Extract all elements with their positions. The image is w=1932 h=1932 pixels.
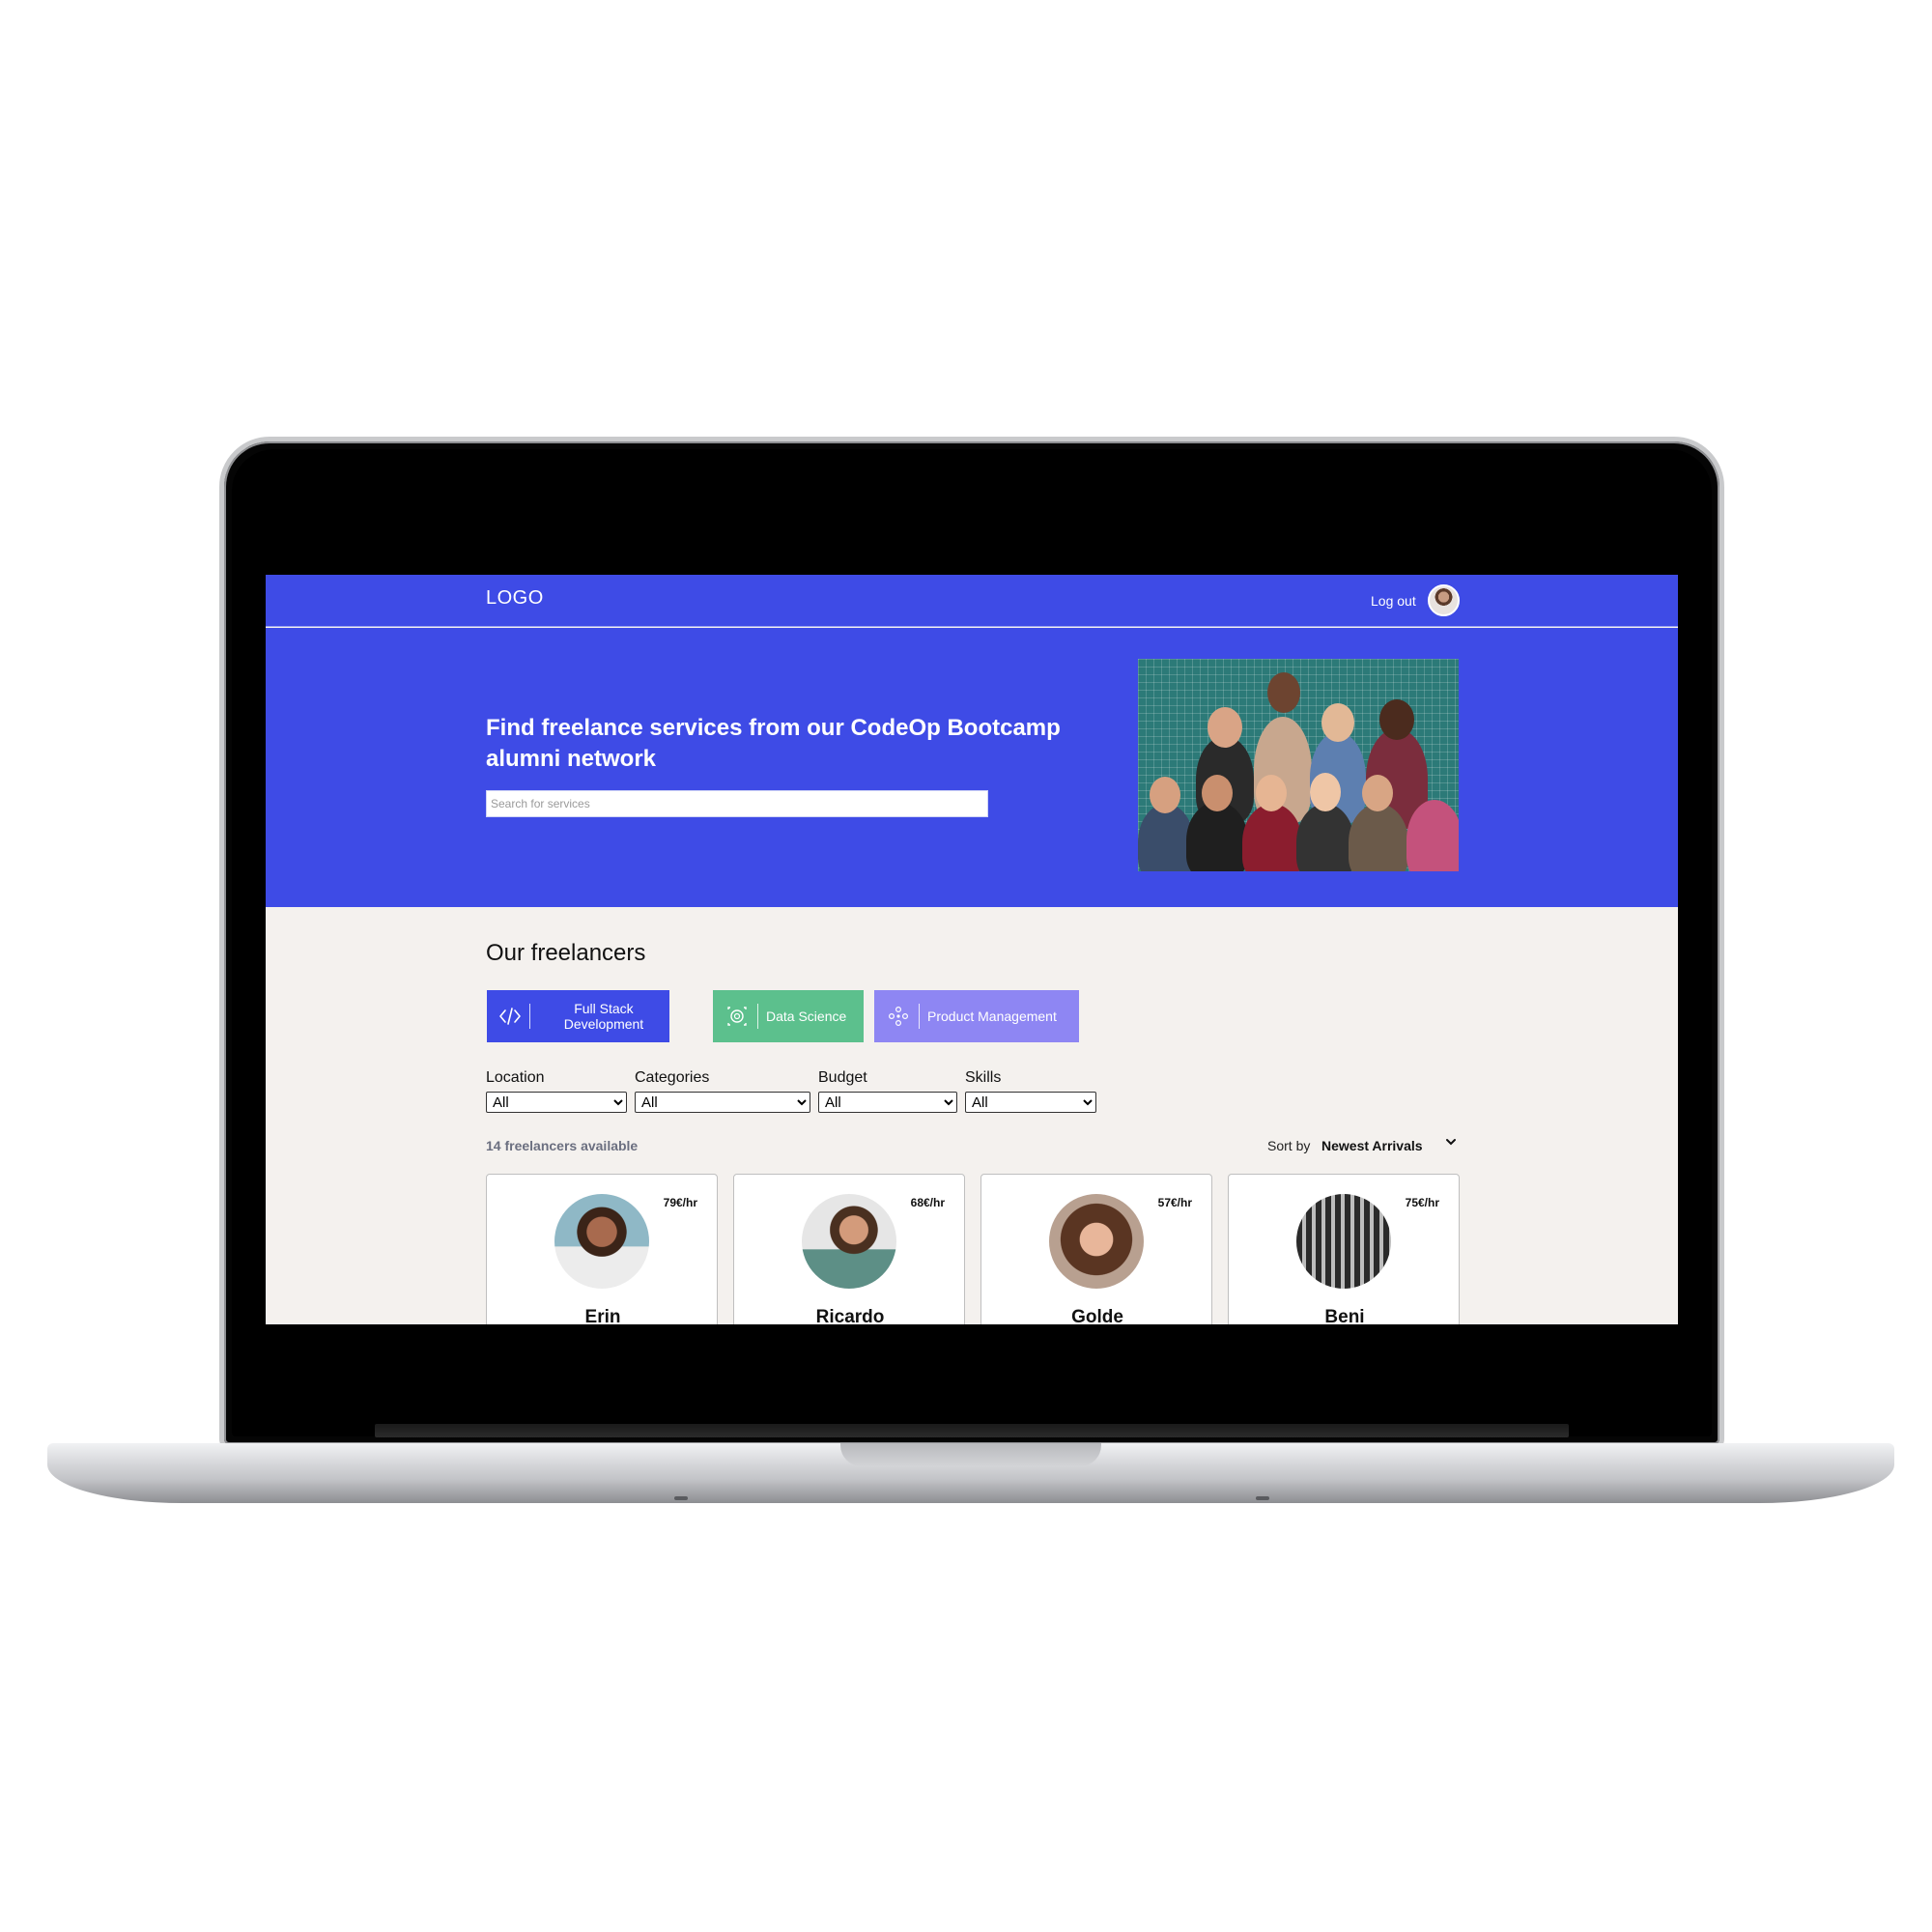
freelancer-avatar xyxy=(1049,1194,1144,1289)
freelancer-rate: 75€/hr xyxy=(1405,1196,1439,1209)
navbar: LOGO Log out xyxy=(266,575,1678,627)
logout-link[interactable]: Log out xyxy=(1371,593,1416,609)
laptop-hinge xyxy=(375,1424,1569,1437)
hero-section: Find freelance services from our CodeOp … xyxy=(266,628,1678,907)
budget-select[interactable]: All xyxy=(818,1092,957,1113)
freelancer-avatar xyxy=(554,1194,649,1289)
data-science-icon xyxy=(724,1004,750,1029)
skills-select[interactable]: All xyxy=(965,1092,1096,1113)
filter-label-location: Location xyxy=(486,1069,545,1086)
freelancer-card[interactable]: 75€/hr Beni xyxy=(1228,1174,1460,1324)
freelancer-rate: 57€/hr xyxy=(1157,1196,1192,1209)
freelancer-card[interactable]: 57€/hr Golde xyxy=(980,1174,1212,1324)
search-input[interactable] xyxy=(486,790,988,817)
freelancer-name: Beni xyxy=(1324,1307,1365,1324)
group-photo xyxy=(1138,659,1459,871)
sort-dropdown[interactable]: Newest Arrivals xyxy=(1321,1138,1423,1153)
freelancer-rate: 79€/hr xyxy=(663,1196,697,1209)
laptop-foot xyxy=(674,1496,688,1500)
freelancer-card[interactable]: 79€/hr Erin xyxy=(486,1174,718,1324)
filter-label-budget: Budget xyxy=(818,1069,867,1086)
freelancer-name: Erin xyxy=(584,1307,621,1324)
categories-select[interactable]: All xyxy=(635,1092,810,1113)
freelancer-card[interactable]: 68€/hr Ricardo xyxy=(733,1174,965,1324)
laptop-opening-notch xyxy=(840,1443,1101,1466)
category-button-label: Data Science xyxy=(766,1009,847,1024)
browser-viewport: LOGO Log out Find freelance services fro… xyxy=(266,575,1678,1324)
category-button-data-science[interactable]: Data Science xyxy=(713,990,864,1042)
category-button-product-management[interactable]: Product Management xyxy=(874,990,1079,1042)
category-button-label: Product Management xyxy=(927,1009,1057,1024)
site-logo[interactable]: LOGO xyxy=(486,587,544,610)
chevron-down-icon[interactable] xyxy=(1445,1135,1457,1151)
filter-label-categories: Categories xyxy=(635,1069,710,1086)
freelancer-rate: 68€/hr xyxy=(910,1196,945,1209)
freelancer-name: Golde xyxy=(1071,1307,1123,1324)
laptop-foot xyxy=(1256,1496,1269,1500)
section-title: Our freelancers xyxy=(486,940,646,966)
category-button-label: Full Stack Development xyxy=(563,1001,644,1032)
user-avatar-icon[interactable] xyxy=(1428,584,1460,616)
category-button-full-stack-development[interactable]: Full Stack Development xyxy=(487,990,669,1042)
freelancer-name: Ricardo xyxy=(815,1307,885,1324)
freelancer-avatar xyxy=(1296,1194,1391,1289)
location-select[interactable]: All xyxy=(486,1092,627,1113)
hero-title: Find freelance services from our CodeOp … xyxy=(486,715,1061,772)
code-icon xyxy=(498,1004,522,1029)
results-count: 14 freelancers available xyxy=(486,1138,639,1153)
product-management-icon xyxy=(886,1004,911,1029)
filter-label-skills: Skills xyxy=(965,1069,1002,1086)
freelancer-avatar xyxy=(802,1194,896,1289)
sort-label: Sort by xyxy=(1267,1138,1311,1153)
